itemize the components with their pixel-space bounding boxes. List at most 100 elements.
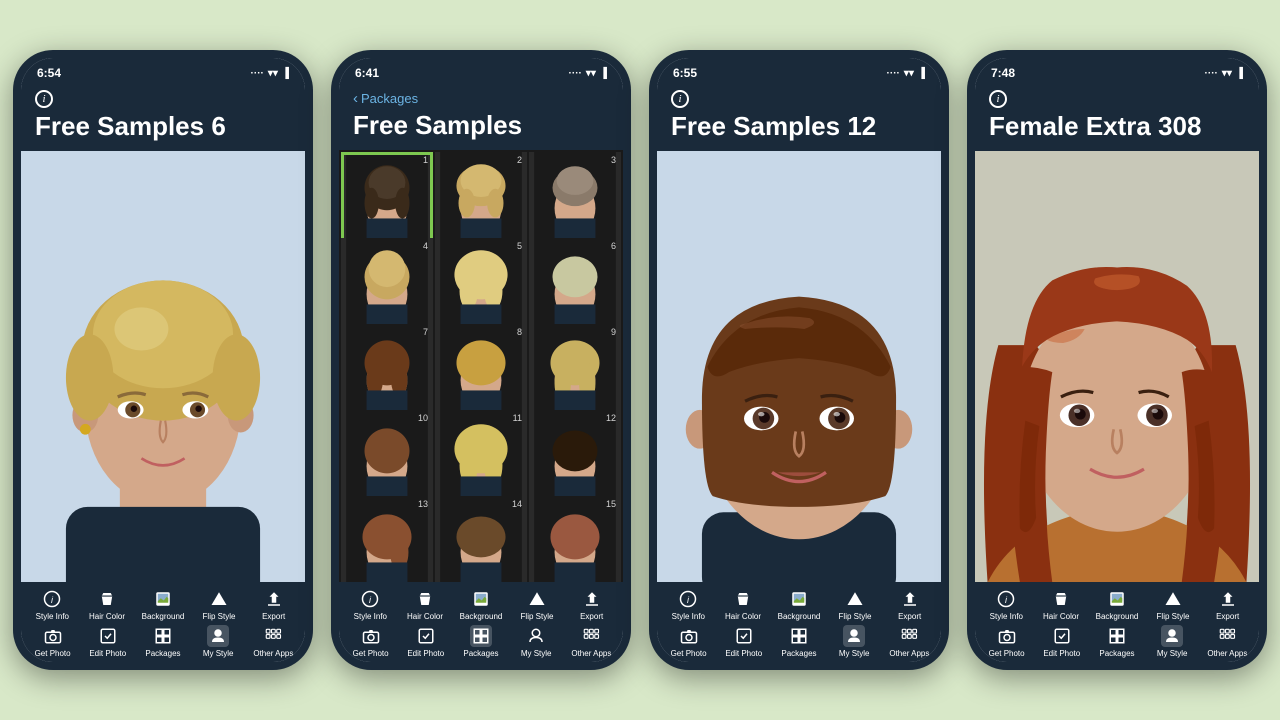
background-icon xyxy=(152,588,174,610)
phone-4-info-icon[interactable]: i xyxy=(989,90,1007,108)
phone-4-time: 7:48 xyxy=(991,66,1015,80)
grid-cell-6[interactable]: 6 xyxy=(529,238,621,330)
phone-1-title: Free Samples 6 xyxy=(35,112,291,141)
battery-icon: ▐ xyxy=(282,68,289,79)
toolbar-packages[interactable]: Packages xyxy=(143,625,183,658)
toolbar-3-other-apps[interactable]: Other Apps xyxy=(889,625,929,658)
toolbar-hair-color[interactable]: Hair Color xyxy=(87,588,127,621)
phone-2-status-bar: 6:41 ···· ▾▾ ▐ xyxy=(339,58,623,84)
toolbar-2-flip-style[interactable]: Flip Style xyxy=(517,588,557,621)
toolbar-2-other-apps[interactable]: Other Apps xyxy=(571,625,611,658)
toolbar-2-background[interactable]: Background xyxy=(460,588,503,621)
toolbar-get-photo[interactable]: Get Photo xyxy=(33,625,73,658)
phone-3-toolbar-row1: i Style Info Hair Color B xyxy=(661,588,937,621)
my-style-icon-4 xyxy=(1161,625,1183,647)
phone-4-status-icons: ···· ▾▾ ▐ xyxy=(1205,68,1243,79)
phone-1-info-icon[interactable]: i xyxy=(35,90,53,108)
toolbar-style-info[interactable]: i Style Info xyxy=(32,588,72,621)
toolbar-other-apps[interactable]: Other Apps xyxy=(253,625,293,658)
battery-icon-2: ▐ xyxy=(600,68,607,79)
toolbar-4-packages[interactable]: Packages xyxy=(1097,625,1137,658)
grid-cell-15[interactable]: 15 xyxy=(529,496,621,582)
camera-icon-4 xyxy=(996,625,1018,647)
toolbar-4-flip-style[interactable]: Flip Style xyxy=(1153,588,1193,621)
phone-4-toolbar-row2: Get Photo Edit Photo Packages xyxy=(979,625,1255,658)
toolbar-4-other-apps[interactable]: Other Apps xyxy=(1207,625,1247,658)
toolbar-2-my-style[interactable]: My Style xyxy=(516,625,556,658)
toolbar-4-hair-color[interactable]: Hair Color xyxy=(1041,588,1081,621)
phone-1-header: i Free Samples 6 xyxy=(21,84,305,151)
phone-2-title: Free Samples xyxy=(353,111,609,140)
toolbar-3-background[interactable]: Background xyxy=(778,588,821,621)
toolbar-3-get-photo[interactable]: Get Photo xyxy=(669,625,709,658)
phone-2-grid: 1 2 xyxy=(339,150,623,582)
toolbar-edit-photo[interactable]: Edit Photo xyxy=(88,625,128,658)
phone-3-portrait-svg xyxy=(657,151,941,582)
svg-text:i: i xyxy=(687,595,690,605)
phone-2-back-nav[interactable]: ‹ Packages xyxy=(353,90,609,107)
grid-cell-11[interactable]: 11 xyxy=(435,410,527,502)
toolbar-my-style[interactable]: My Style xyxy=(198,625,238,658)
grid-cell-12[interactable]: 12 xyxy=(529,410,621,502)
phone-3-title: Free Samples 12 xyxy=(671,112,927,141)
toolbar-4-background[interactable]: Background xyxy=(1096,588,1139,621)
phone-1-header-top: i xyxy=(35,90,291,108)
phone-1-toolbar: i Style Info Hair Color B xyxy=(21,582,305,662)
hair-thumb-8 xyxy=(435,324,527,416)
toolbar-2-get-photo[interactable]: Get Photo xyxy=(351,625,391,658)
grid-cell-2[interactable]: 2 xyxy=(435,152,527,244)
grid-cell-5[interactable]: 5 xyxy=(435,238,527,330)
toolbar-2-export[interactable]: Export xyxy=(572,588,612,621)
phone-2-toolbar-row1: i Style Info Hair Color B xyxy=(343,588,619,621)
toolbar-2-style-info[interactable]: i Style Info xyxy=(350,588,390,621)
phone-3-status-icons: ···· ▾▾ ▐ xyxy=(887,68,925,79)
toolbar-4-edit-photo[interactable]: Edit Photo xyxy=(1042,625,1082,658)
grid-cell-10[interactable]: 10 xyxy=(341,410,433,502)
toolbar-3-packages[interactable]: Packages xyxy=(779,625,819,658)
battery-icon-4: ▐ xyxy=(1236,68,1243,79)
toolbar-3-export[interactable]: Export xyxy=(890,588,930,621)
phone-4-toolbar-row1: i Style Info Hair Color B xyxy=(979,588,1255,621)
toolbar-2-edit-photo[interactable]: Edit Photo xyxy=(406,625,446,658)
background-icon-3 xyxy=(788,588,810,610)
toolbar-export[interactable]: Export xyxy=(254,588,294,621)
export-icon-3 xyxy=(899,588,921,610)
grid-cell-13[interactable]: 13 xyxy=(341,496,433,582)
toolbar-flip-style[interactable]: Flip Style xyxy=(199,588,239,621)
flip-style-icon xyxy=(208,588,230,610)
grid-cell-9[interactable]: 9 xyxy=(529,324,621,416)
hair-thumb-1 xyxy=(341,152,433,244)
phone-2: 6:41 ···· ▾▾ ▐ ‹ Packages Free Samples 1 xyxy=(331,50,631,670)
toolbar-2-hair-color[interactable]: Hair Color xyxy=(405,588,445,621)
toolbar-4-get-photo[interactable]: Get Photo xyxy=(987,625,1027,658)
other-apps-icon xyxy=(262,625,284,647)
grid-cell-3[interactable]: 3 xyxy=(529,152,621,244)
wifi-icon: ▾▾ xyxy=(268,68,278,79)
edit-photo-icon-2 xyxy=(415,625,437,647)
toolbar-3-edit-photo[interactable]: Edit Photo xyxy=(724,625,764,658)
hair-thumb-9 xyxy=(529,324,621,416)
grid-cell-4[interactable]: 4 xyxy=(341,238,433,330)
grid-cell-8[interactable]: 8 xyxy=(435,324,527,416)
toolbar-background[interactable]: Background xyxy=(142,588,185,621)
phone-3-screen: 6:55 ···· ▾▾ ▐ i Free Samples 12 xyxy=(657,58,941,662)
background-icon-2 xyxy=(470,588,492,610)
hair-thumb-12 xyxy=(529,410,621,502)
phone-3-toolbar-row2: Get Photo Edit Photo Packages xyxy=(661,625,937,658)
phone-3-time: 6:55 xyxy=(673,66,697,80)
phone-3-info-icon[interactable]: i xyxy=(671,90,689,108)
toolbar-3-hair-color[interactable]: Hair Color xyxy=(723,588,763,621)
toolbar-2-packages[interactable]: Packages xyxy=(461,625,501,658)
toolbar-4-export[interactable]: Export xyxy=(1208,588,1248,621)
grid-cell-14[interactable]: 14 xyxy=(435,496,527,582)
packages-icon-4 xyxy=(1106,625,1128,647)
grid-cell-7[interactable]: 7 xyxy=(341,324,433,416)
toolbar-3-my-style[interactable]: My Style xyxy=(834,625,874,658)
toolbar-4-my-style[interactable]: My Style xyxy=(1152,625,1192,658)
toolbar-3-flip-style[interactable]: Flip Style xyxy=(835,588,875,621)
grid-cell-1[interactable]: 1 xyxy=(341,152,433,244)
toolbar-3-style-info[interactable]: i Style Info xyxy=(668,588,708,621)
toolbar-4-style-info[interactable]: i Style Info xyxy=(986,588,1026,621)
export-icon-4 xyxy=(1217,588,1239,610)
camera-icon-2 xyxy=(360,625,382,647)
